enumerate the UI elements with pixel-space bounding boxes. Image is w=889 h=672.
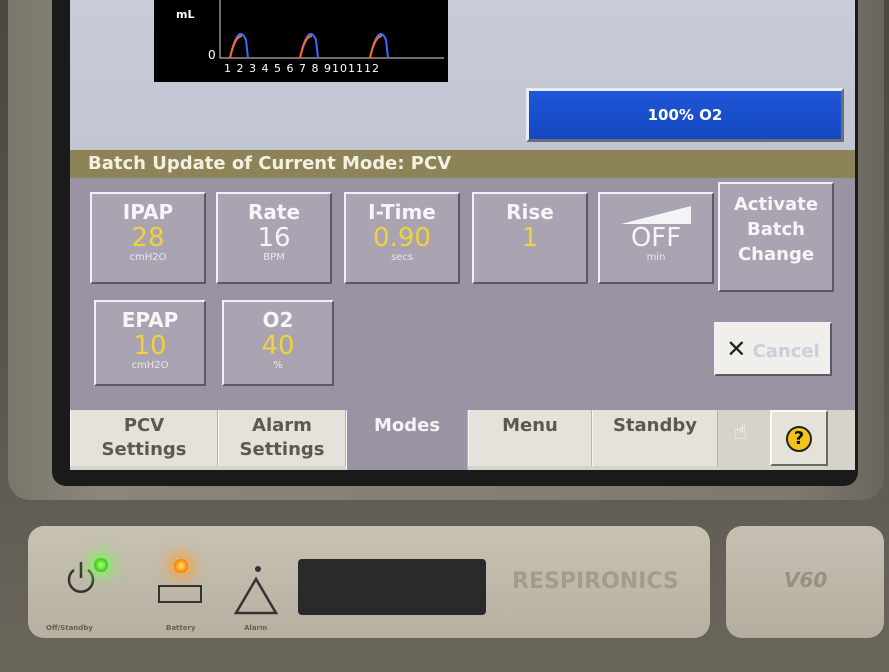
o2-unit: % [273,360,283,371]
model-label: V60 [784,568,828,592]
rate-value: 16 [257,223,291,253]
activate-line-1: Activate [733,194,819,215]
o2-value: 40 [261,331,295,361]
ramp-unit: min [646,252,666,263]
ipap-button[interactable]: IPAP 28 cmH2O [90,192,206,284]
power-led [94,558,108,572]
itime-label: I-Time [368,200,436,224]
rise-value: 1 [521,223,539,253]
tab-pcv-line-1: PCV [123,415,165,436]
battery-led [174,559,188,573]
touch-hand-icon[interactable]: ☝ [734,420,747,445]
help-icon: ? [786,426,812,452]
ramp-icon [621,206,691,224]
o2-button[interactable]: O2 40 % [222,300,334,386]
waveform-x-ticks: 1 2 3 4 5 6 7 8 9101112 [224,62,380,75]
tab-alarm-settings[interactable]: Alarm Settings [218,410,346,466]
itime-unit: secs [390,252,414,263]
rate-button[interactable]: Rate 16 BPM [216,192,332,284]
itime-button[interactable]: I-Time 0.90 secs [344,192,460,284]
epap-unit: cmH2O [131,360,169,371]
brand-logo: RESPIRONICS [512,569,679,594]
power-label: Off/Standby [46,624,93,632]
cancel-label: Cancel [752,341,820,362]
tab-modes-label: Modes [373,415,441,436]
rise-button[interactable]: Rise 1 [472,192,588,284]
touch-screen: mL 0 1 2 3 4 5 6 7 8 9101112 100% O2 Bat… [70,0,855,470]
epap-button[interactable]: EPAP 10 cmH2O [94,300,206,386]
ipap-unit: cmH2O [129,252,167,263]
help-button[interactable]: ? [770,410,828,466]
ramp-button[interactable]: OFF min [598,192,714,284]
rate-label: Rate [247,200,301,224]
alarm-label: Alarm [244,624,268,632]
cancel-button[interactable]: ✕ Cancel [714,322,832,376]
o2-status-bar[interactable]: 100% O2 [526,88,844,142]
tab-pcv-settings[interactable]: PCV Settings [70,410,218,466]
tab-menu[interactable]: Menu [468,410,592,466]
battery-label: Battery [166,624,196,632]
close-icon: ✕ [726,335,747,363]
ipap-label: IPAP [122,200,174,224]
alarm-icon[interactable] [232,565,280,617]
activate-batch-change-button[interactable]: Activate Batch Change [718,182,834,292]
ipap-value: 28 [131,223,165,253]
settings-panel: IPAP 28 cmH2O Rate 16 BPM I-Time 0.90 se… [70,178,855,410]
battery-icon [158,585,202,603]
tab-pcv-line-2: Settings [101,439,187,460]
tab-menu-label: Menu [502,415,558,436]
tab-alarm-line-2: Settings [239,439,325,460]
volume-waveform: mL 0 1 2 3 4 5 6 7 8 9101112 [154,0,448,82]
tab-alarm-line-1: Alarm [252,415,312,436]
ramp-value: OFF [630,223,682,253]
rise-label: Rise [506,200,554,224]
itime-value: 0.90 [373,223,431,253]
activate-line-2: Batch [747,219,805,240]
o2-label: O2 [262,308,294,332]
rate-unit: BPM [263,252,285,263]
tab-standby-label: Standby [612,415,698,436]
ventilator-device: mL 0 1 2 3 4 5 6 7 8 9101112 100% O2 Bat… [0,0,889,672]
tab-modes[interactable]: Modes [346,410,468,470]
status-display [298,559,486,615]
tab-standby[interactable]: Standby [592,410,718,466]
page-title: Batch Update of Current Mode: PCV [70,150,855,178]
activate-line-3: Change [737,244,815,265]
epap-value: 10 [133,331,167,361]
monitoring-area: mL 0 1 2 3 4 5 6 7 8 9101112 100% O2 [70,0,855,150]
epap-label: EPAP [121,308,179,332]
